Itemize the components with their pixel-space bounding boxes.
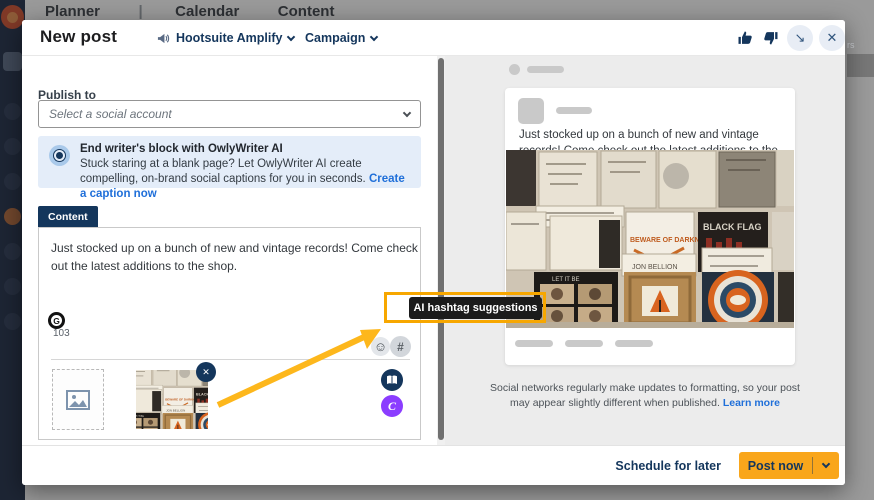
preview-skeleton-bar <box>527 66 564 73</box>
minimize-button[interactable]: ↘ <box>787 25 813 51</box>
canva-icon: C <box>388 399 396 414</box>
toolbar-divider <box>51 359 410 360</box>
campaign-label: Campaign <box>305 31 365 45</box>
owlywriter-icon <box>49 145 70 166</box>
hashtag-icon: # <box>397 340 404 354</box>
hashtag-suggestions-button[interactable]: # <box>390 336 411 357</box>
new-post-modal: New post Hootsuite Amplify Campaign ↘ <box>22 20 845 485</box>
attached-media-thumbnail[interactable] <box>136 370 208 429</box>
preview-panel: Just stocked up on a bunch of new and vi… <box>445 56 845 445</box>
post-text-editor[interactable]: Just stocked up on a bunch of new and vi… <box>38 227 421 440</box>
modal-title: New post <box>40 27 117 47</box>
emoji-button[interactable]: ☺ <box>371 337 390 356</box>
owlywriter-body: Stuck staring at a blank page? Let OwlyW… <box>80 157 411 203</box>
close-button[interactable]: ✕ <box>819 25 845 51</box>
amplify-label: Hootsuite Amplify <box>176 31 282 45</box>
schedule-for-later-button[interactable]: Schedule for later <box>615 459 721 473</box>
thumbs-up-icon[interactable] <box>738 31 753 45</box>
preview-post-image <box>506 150 794 328</box>
campaign-dropdown[interactable]: Campaign <box>305 31 377 45</box>
close-icon: ✕ <box>827 30 838 46</box>
post-options-dropdown[interactable] <box>813 464 839 467</box>
canva-button[interactable]: C <box>381 395 403 417</box>
ai-hashtag-tooltip: AI hashtag suggestions <box>409 297 542 319</box>
background-text-fragment: rs <box>847 40 855 50</box>
modal-header: New post Hootsuite Amplify Campaign ↘ <box>22 20 845 56</box>
chevron-down-icon <box>822 460 830 468</box>
scrollbar-thumb[interactable] <box>438 58 444 440</box>
screen: Planner | Calendar Content rs New post <box>0 0 874 500</box>
modal-footer: Schedule for later Post now <box>22 445 845 485</box>
remove-media-button[interactable]: ✕ <box>196 362 216 382</box>
megaphone-icon <box>157 32 170 45</box>
select-placeholder: Select a social account <box>49 107 404 121</box>
preview-avatar-placeholder <box>518 98 544 124</box>
owlywriter-body-text: Stuck staring at a blank page? Let OwlyW… <box>80 158 366 185</box>
close-icon: ✕ <box>202 367 210 378</box>
thumbs-down-icon[interactable] <box>763 31 778 45</box>
media-library-button[interactable] <box>381 369 403 391</box>
chevron-down-icon <box>370 32 378 40</box>
chevron-down-icon <box>287 32 295 40</box>
chevron-down-icon <box>403 108 411 116</box>
post-preview-card: Just stocked up on a bunch of new and vi… <box>505 88 795 365</box>
amplify-dropdown[interactable]: Hootsuite Amplify <box>157 31 294 45</box>
preview-action-placeholder-2 <box>565 340 603 347</box>
preview-disclaimer: Social networks regularly make updates t… <box>480 381 810 411</box>
character-count: 103 <box>53 328 70 339</box>
tab-content[interactable]: Content <box>38 206 98 227</box>
smiley-icon: ☺ <box>374 339 387 354</box>
preview-name-placeholder <box>556 107 592 114</box>
learn-more-link[interactable]: Learn more <box>723 397 780 409</box>
media-library-icon <box>386 375 398 385</box>
preview-action-placeholder-3 <box>615 340 653 347</box>
composer-panel: Publish to Select a social account End w… <box>22 56 437 445</box>
owlywriter-banner: End writer's block with OwlyWriter AI St… <box>38 136 421 188</box>
preview-skeleton-dot <box>509 64 520 75</box>
post-text: Just stocked up on a bunch of new and vi… <box>51 239 419 275</box>
media-upload-dropzone[interactable] <box>52 369 104 430</box>
post-now-label: Post now <box>739 459 812 473</box>
grammarly-icon[interactable]: G <box>48 312 65 329</box>
scrollbar-track <box>437 56 445 445</box>
preview-action-placeholder-1 <box>515 340 553 347</box>
image-placeholder-icon <box>66 390 90 410</box>
social-account-select[interactable]: Select a social account <box>38 100 421 128</box>
post-now-button[interactable]: Post now <box>739 452 839 479</box>
minimize-arrow-icon: ↘ <box>795 30 806 46</box>
owlywriter-title: End writer's block with OwlyWriter AI <box>80 143 411 155</box>
